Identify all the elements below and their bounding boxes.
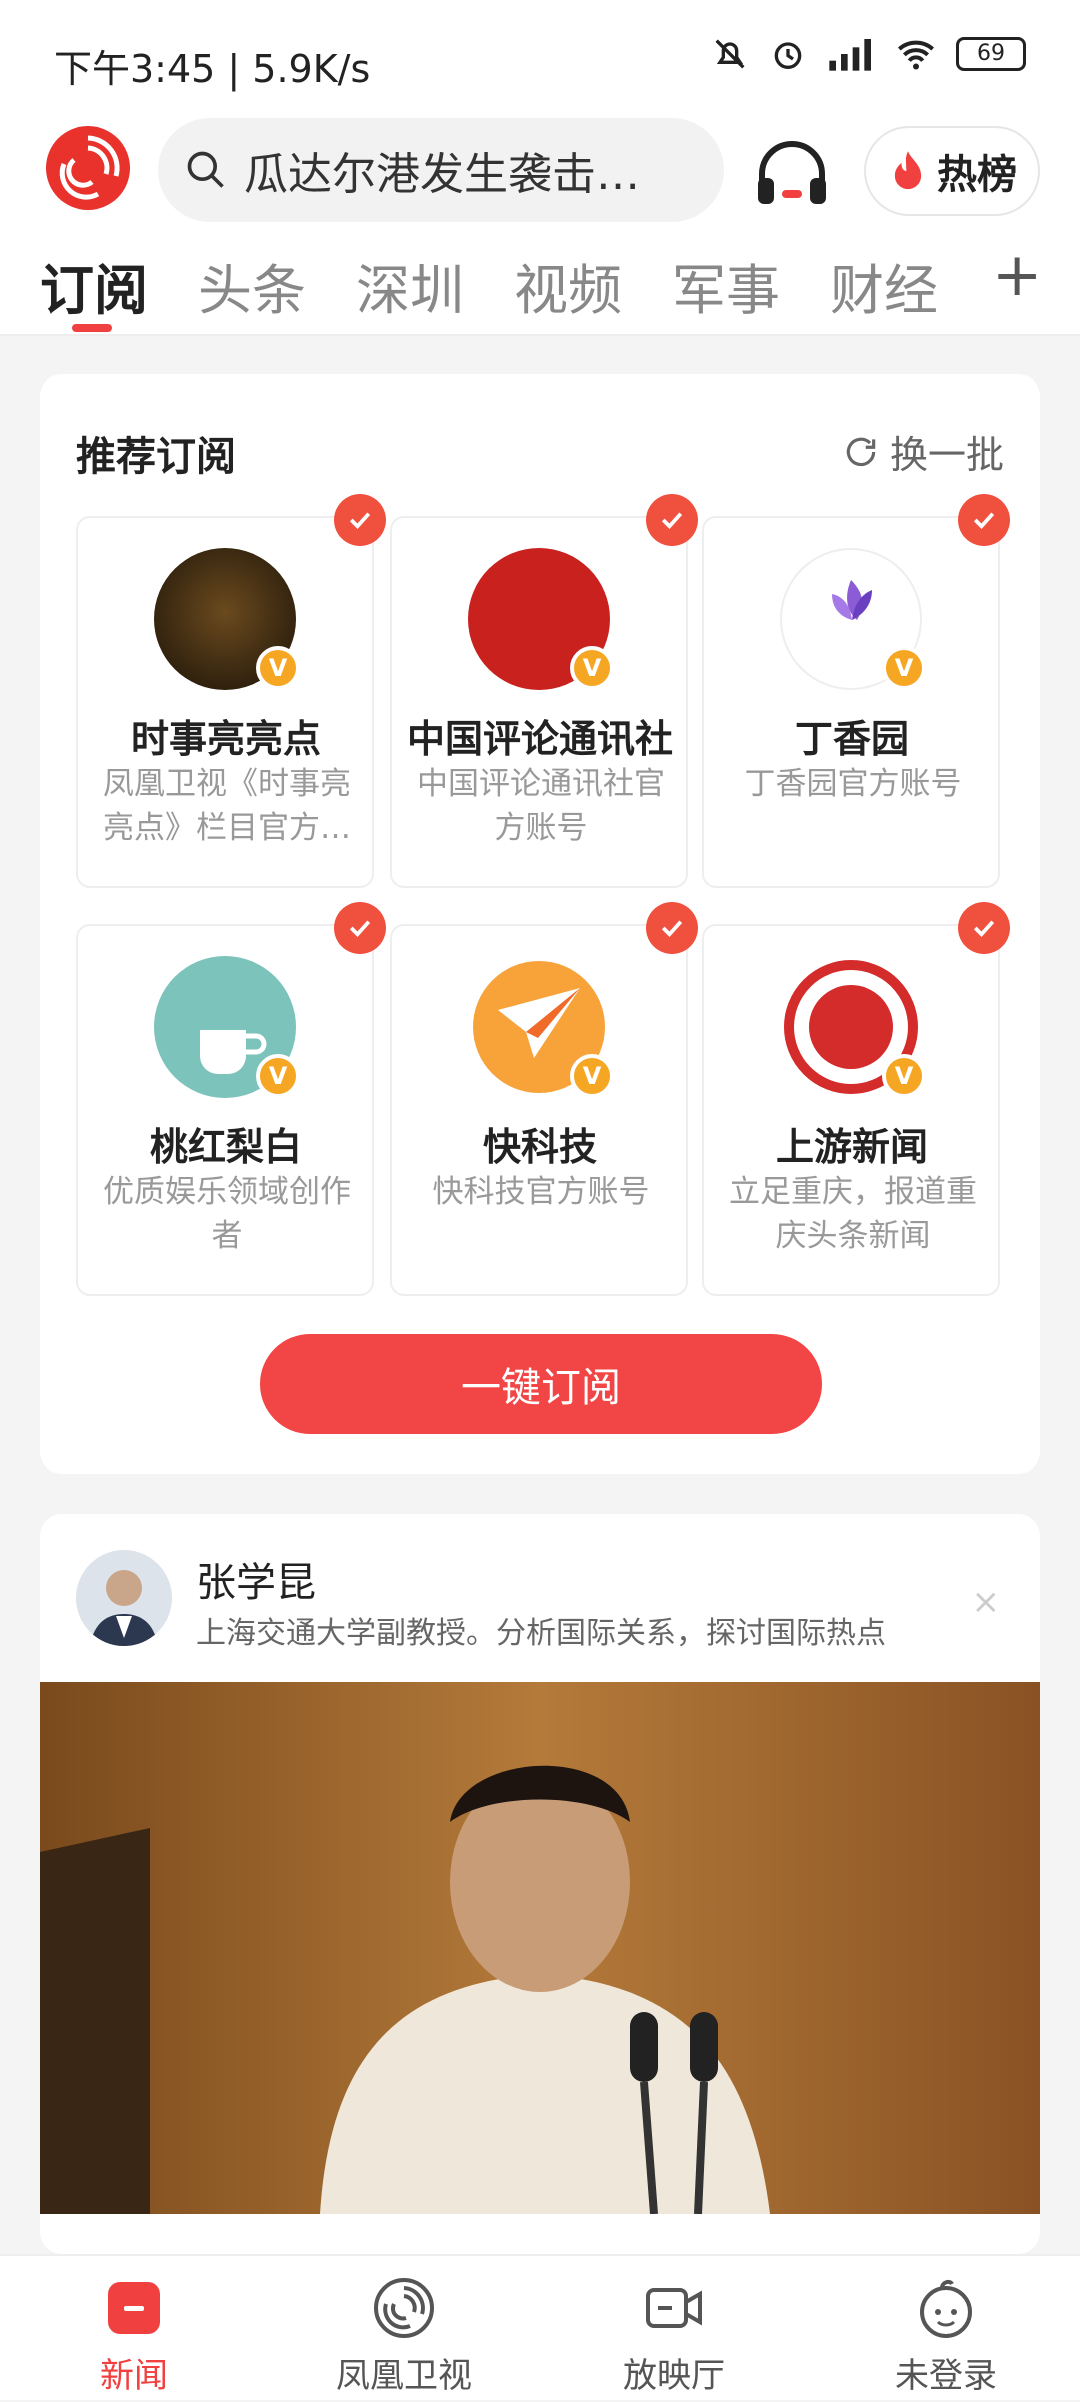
verified-badge: V xyxy=(570,646,614,690)
account-desc: 快科技官方账号 xyxy=(432,1174,650,1210)
account-card[interactable]: V 快科技 快科技官方账号 xyxy=(390,924,688,1296)
account-name: 丁香园 xyxy=(794,717,909,761)
battery-icon: 69 xyxy=(956,37,1026,71)
nav-news[interactable]: 新闻 xyxy=(34,2256,234,2402)
user-icon xyxy=(920,2279,972,2338)
verified-badge: V xyxy=(882,1054,926,1098)
account-card[interactable]: V 中国评论通讯社 中国评论通讯社官方账号 xyxy=(390,516,688,888)
subscribe-all-button[interactable]: 一键订阅 xyxy=(260,1334,822,1434)
refresh-batch-button[interactable]: 换一批 xyxy=(842,424,1004,479)
flame-icon xyxy=(894,151,922,190)
account-desc: 中国评论通讯社官方账号 xyxy=(417,766,665,846)
nav-phoenix-tv[interactable]: 凤凰卫视 xyxy=(304,2256,504,2402)
account-name: 中国评论通讯社 xyxy=(406,717,673,761)
headphones-icon[interactable] xyxy=(752,134,832,214)
account-name: 上游新闻 xyxy=(775,1125,928,1169)
recommend-title: 推荐订阅 xyxy=(76,434,236,480)
refresh-icon xyxy=(846,437,876,466)
account-card[interactable]: V 丁香园 丁香园官方账号 xyxy=(702,516,1000,888)
nav-news-label: 新闻 xyxy=(100,2356,168,2396)
header: 瓜达尔港发生袭击… 热榜 xyxy=(0,110,1080,230)
selected-check-icon[interactable] xyxy=(646,902,698,954)
author-description: 上海交通大学副教授。分析国际关系，探讨国际热点 xyxy=(196,1616,886,1651)
tab-video[interactable]: 视频 xyxy=(514,246,622,325)
ifeng-logo-icon[interactable] xyxy=(44,124,132,212)
verified-badge: V xyxy=(256,646,300,690)
selected-check-icon[interactable] xyxy=(334,494,386,546)
tab-headlines[interactable]: 头条 xyxy=(198,246,306,325)
author-name[interactable]: 张学昆 xyxy=(196,1550,316,1608)
verified-badge: V xyxy=(882,646,926,690)
tab-finance[interactable]: 财经 xyxy=(830,246,938,325)
account-desc: 丁香园官方账号 xyxy=(744,766,962,802)
nav-phoenix-tv-label: 凤凰卫视 xyxy=(336,2356,472,2396)
status-icons: 69 xyxy=(710,34,1026,74)
selected-check-icon[interactable] xyxy=(958,902,1010,954)
phoenix-tv-icon xyxy=(374,2278,434,2338)
account-card[interactable]: V 时事亮亮点 凤凰卫视《时事亮亮点》栏目官方账号 xyxy=(76,516,374,888)
account-desc: 立足重庆，报道重庆头条新闻 xyxy=(729,1174,977,1254)
nav-theater[interactable]: 放映厅 xyxy=(574,2256,774,2402)
status-bar: 下午3:45 | 5.9K/s 69 xyxy=(0,0,1080,120)
news-icon xyxy=(108,2282,160,2334)
close-icon[interactable]: × xyxy=(972,1582,1001,1622)
battery-level: 69 xyxy=(977,41,1005,66)
wifi-icon xyxy=(898,40,934,70)
status-time: 下午3:45 | 5.9K/s xyxy=(54,47,371,91)
verified-badge: V xyxy=(570,1054,614,1098)
account-name: 快科技 xyxy=(482,1125,597,1169)
add-channel-button[interactable]: + xyxy=(992,240,1042,310)
account-card[interactable]: V 桃红梨白 优质娱乐领域创作者 xyxy=(76,924,374,1296)
alarm-icon xyxy=(774,42,802,69)
nav-account[interactable]: 未登录 xyxy=(846,2256,1046,2402)
selected-check-icon[interactable] xyxy=(334,902,386,954)
hot-list-button[interactable]: 热榜 xyxy=(864,126,1040,216)
account-desc: 凤凰卫视《时事亮亮点》栏目官方账号 xyxy=(103,766,351,846)
active-tab-indicator xyxy=(72,324,112,332)
account-name: 桃红梨白 xyxy=(149,1125,302,1169)
recommended-subscriptions-card: 推荐订阅 换一批 V 时事亮亮点 凤凰卫视《时事亮亮点》栏目官方账号 V 中国评… xyxy=(40,374,1040,1474)
tab-subscribe[interactable]: 订阅 xyxy=(40,246,148,325)
hot-list-label: 热榜 xyxy=(937,152,1017,198)
tab-shenzhen[interactable]: 深圳 xyxy=(356,246,464,325)
account-desc: 优质娱乐领域创作者 xyxy=(103,1174,351,1254)
nav-account-label: 未登录 xyxy=(895,2356,997,2396)
feed-post-card[interactable]: 张学昆 上海交通大学副教授。分析国际关系，探讨国际热点 × xyxy=(40,1514,1040,2254)
tab-military[interactable]: 军事 xyxy=(672,246,780,325)
search-icon xyxy=(187,151,224,188)
refresh-label: 换一批 xyxy=(889,433,1004,477)
signal-icon xyxy=(829,39,871,71)
verified-badge: V xyxy=(256,1054,300,1098)
selected-check-icon[interactable] xyxy=(646,494,698,546)
account-name: 时事亮亮点 xyxy=(130,717,321,761)
account-card[interactable]: V 上游新闻 立足重庆，报道重庆头条新闻 xyxy=(702,924,1000,1296)
video-camera-icon xyxy=(646,2288,702,2328)
selected-check-icon[interactable] xyxy=(958,494,1010,546)
search-bar[interactable]: 瓜达尔港发生袭击… xyxy=(158,118,724,222)
mute-bell-icon xyxy=(715,39,745,69)
nav-theater-label: 放映厅 xyxy=(623,2356,725,2396)
post-image[interactable] xyxy=(40,1682,1040,2214)
bottom-navigation: 新闻 凤凰卫视 放映厅 未登录 xyxy=(0,2254,1080,2400)
search-placeholder: 瓜达尔港发生袭击… xyxy=(244,149,640,200)
channel-tabs: 订阅 头条 深圳 视频 军事 财经 + xyxy=(0,230,1080,336)
author-avatar[interactable] xyxy=(76,1550,172,1646)
